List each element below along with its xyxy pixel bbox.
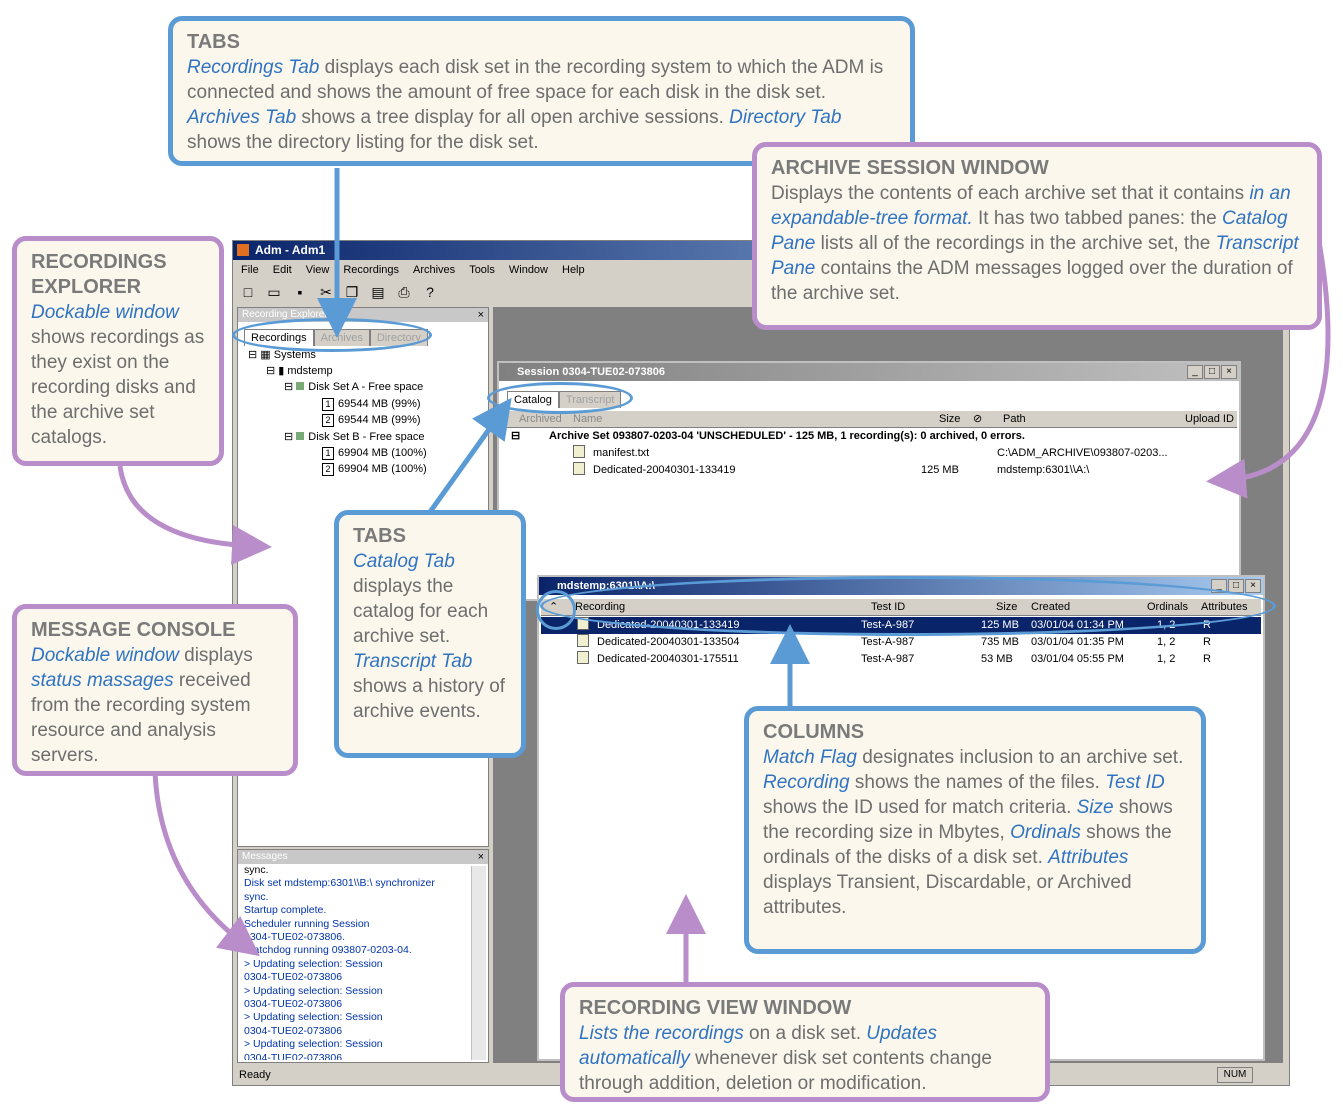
- callout-text: shows recordings as they exist on the re…: [31, 327, 205, 448]
- callout-emphasis: Directory Tab: [729, 107, 842, 128]
- callout-message-console: MESSAGE CONSOLE Dockable window displays…: [12, 604, 298, 776]
- callout-recordings-explorer: RECORDINGS EXPLORER Dockable window show…: [12, 236, 224, 466]
- callout-title: MESSAGE CONSOLE: [31, 619, 236, 641]
- callout-emphasis: Test ID: [1105, 772, 1165, 793]
- callout-text: on a disk set.: [743, 1023, 867, 1044]
- callout-emphasis: Attributes: [1048, 847, 1129, 868]
- callout-body: Match Flag designates inclusion to an ar…: [763, 747, 1183, 918]
- callout-text: shows the ID used for match criteria.: [763, 797, 1077, 818]
- callout-columns: COLUMNS Match Flag designates inclusion …: [744, 706, 1206, 954]
- callout-body: Lists the recordings on a disk set. Upda…: [579, 1023, 992, 1094]
- callout-text: shows a history of archive events.: [353, 676, 506, 722]
- callout-emphasis: Ordinals: [1010, 822, 1081, 843]
- callout-title: TABS: [187, 31, 240, 53]
- callout-emphasis: Match Flag: [763, 747, 857, 768]
- callout-text: lists all of the recordings in the archi…: [815, 233, 1216, 254]
- callout-text: shows a tree display for all open archiv…: [296, 107, 730, 128]
- callout-emphasis: Catalog Tab: [353, 551, 455, 572]
- callout-emphasis: Size: [1076, 797, 1114, 818]
- callout-body: Dockable window displays status massages…: [31, 645, 253, 766]
- callout-emphasis: Archives Tab: [187, 107, 297, 128]
- callout-emphasis: Transcript Tab: [353, 651, 473, 672]
- callout-title: RECORDINGS EXPLORER: [31, 251, 167, 298]
- callout-title: COLUMNS: [763, 721, 865, 743]
- callout-title: ARCHIVE SESSION WINDOW: [771, 157, 1049, 179]
- callout-tabs-mid: TABS Catalog Tab displays the catalog fo…: [334, 510, 526, 758]
- callout-title: RECORDING VIEW WINDOW: [579, 997, 852, 1019]
- arrow-messages: [152, 771, 260, 957]
- callout-text: designates inclusion to an archive set.: [856, 747, 1184, 768]
- callout-body: Catalog Tab displays the catalog for eac…: [353, 551, 505, 722]
- callout-text: It has two tabbed panes: the: [972, 208, 1223, 229]
- callout-text: contains the ADM messages logged over th…: [771, 258, 1293, 304]
- callout-emphasis: Dockable window: [31, 645, 179, 666]
- callout-body: Dockable window shows recordings as they…: [31, 302, 204, 448]
- callout-title: TABS: [353, 525, 406, 547]
- callout-emphasis: status massages: [31, 670, 174, 691]
- callout-emphasis: Recordings Tab: [187, 57, 320, 78]
- callout-text: shows the directory listing for the disk…: [187, 132, 539, 153]
- callout-emphasis: Recording: [763, 772, 850, 793]
- callout-text: Displays the contents of each archive se…: [771, 183, 1250, 204]
- callout-text: displays Transient, Discardable, or Arch…: [763, 872, 1132, 918]
- callout-emphasis: Dockable window: [31, 302, 179, 323]
- callout-body: Recordings Tab displays each disk set in…: [187, 57, 883, 153]
- callout-emphasis: Lists the recordings: [579, 1023, 744, 1044]
- callout-text: shows the names of the files.: [849, 772, 1106, 793]
- arrow-tabs-mid: [427, 397, 512, 514]
- callout-text: displays: [178, 645, 253, 666]
- arrow-explorer: [117, 465, 272, 565]
- callout-recording-view: RECORDING VIEW WINDOW Lists the recordin…: [560, 982, 1050, 1102]
- callout-archive-session: ARCHIVE SESSION WINDOW Displays the cont…: [752, 142, 1322, 330]
- callout-body: Displays the contents of each archive se…: [771, 183, 1299, 304]
- callout-text: displays the catalog for each archive se…: [353, 576, 489, 647]
